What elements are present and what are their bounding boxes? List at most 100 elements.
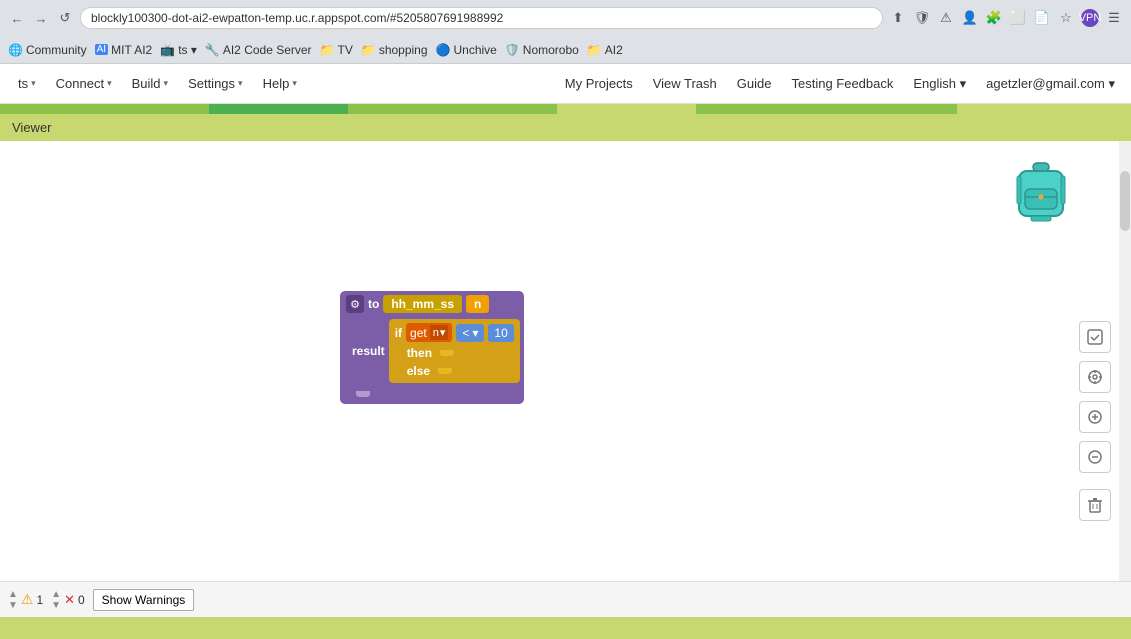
- if-label: if: [395, 326, 402, 340]
- address-bar: ← → ↺ blockly100300-dot-ai2-ewpatton-tem…: [0, 0, 1131, 36]
- result-label: result: [352, 344, 385, 358]
- side-toolbar: [1079, 321, 1111, 521]
- triangle-down-btn[interactable]: ▼: [8, 600, 18, 611]
- target-tool-btn[interactable]: [1079, 361, 1111, 393]
- nomorobo-icon: 🛡️: [505, 43, 520, 57]
- nav-english[interactable]: English ▾: [905, 72, 974, 96]
- purple-bottom-connector: [356, 391, 370, 397]
- tab-seg-6[interactable]: [957, 104, 1131, 114]
- nav-view-trash[interactable]: View Trash: [645, 72, 725, 95]
- triangle-up-btn[interactable]: ▲: [8, 589, 18, 600]
- viewer-title: Viewer: [12, 120, 52, 135]
- number-block[interactable]: 10: [488, 324, 513, 342]
- code-icon: 🔧: [205, 43, 220, 57]
- tab-seg-3[interactable]: [348, 104, 557, 114]
- bookmark-community[interactable]: 🌐 Community: [8, 43, 87, 57]
- warning-x-count: 0: [78, 593, 85, 607]
- block-to-label: to: [368, 297, 379, 311]
- number-value: 10: [494, 326, 507, 340]
- nav-guide[interactable]: Guide: [729, 72, 780, 95]
- reader-icon[interactable]: 📄: [1033, 9, 1051, 27]
- get-label: get: [410, 326, 427, 340]
- shield-icon[interactable]: 🛡: [913, 9, 931, 27]
- bookmark-icon[interactable]: ☆: [1057, 9, 1075, 27]
- then-label: then: [407, 346, 432, 360]
- bookmark-tv[interactable]: 📁 TV: [320, 43, 353, 57]
- nav-my-projects[interactable]: My Projects: [557, 72, 641, 95]
- url-input[interactable]: blockly100300-dot-ai2-ewpatton-temp.uc.r…: [80, 7, 883, 29]
- if-top-row: if get n ▾ <: [391, 321, 518, 344]
- block-param[interactable]: n: [466, 295, 489, 313]
- reload-icon[interactable]: ↺: [56, 9, 74, 27]
- nav-right: My Projects View Trash Guide Testing Fee…: [557, 72, 1123, 96]
- vpn-icon[interactable]: VPN: [1081, 9, 1099, 27]
- nav-help-label: Help: [263, 76, 290, 91]
- purple-block[interactable]: ⚙ to hh_mm_ss n result if: [340, 291, 524, 404]
- bookmark-ai2-code[interactable]: 🔧 AI2 Code Server: [205, 43, 312, 57]
- get-dropdown[interactable]: n ▾: [430, 325, 449, 340]
- extension-icon[interactable]: 🧩: [985, 9, 1003, 27]
- zoom-out-icon: [1087, 449, 1103, 465]
- get-block[interactable]: get n ▾: [406, 323, 452, 342]
- warning-triangle-count: 1: [36, 593, 43, 607]
- nav-ts[interactable]: ts ▾: [8, 72, 46, 95]
- mit-ai2-icon: AI: [95, 44, 108, 55]
- get-var-label: n: [433, 327, 439, 339]
- tab-seg-2[interactable]: [209, 104, 348, 114]
- scrollbar[interactable]: [1119, 141, 1131, 581]
- result-row: result if get n ▾: [352, 319, 520, 383]
- nav-ts-label: ts: [18, 76, 28, 91]
- nav-help[interactable]: Help ▾: [253, 72, 307, 95]
- tab-seg-1[interactable]: [0, 104, 209, 114]
- else-label: else: [407, 364, 430, 378]
- if-block[interactable]: if get n ▾ <: [389, 319, 520, 383]
- share-icon[interactable]: ⬆: [889, 9, 907, 27]
- back-icon[interactable]: ←: [8, 9, 26, 27]
- compare-block[interactable]: < ▾: [456, 324, 484, 342]
- menu-icon[interactable]: ☰: [1105, 9, 1123, 27]
- block-function-name[interactable]: hh_mm_ss: [383, 295, 462, 313]
- trash-btn[interactable]: [1079, 489, 1111, 521]
- else-connector: [438, 368, 452, 374]
- gear-icon[interactable]: ⚙: [346, 295, 364, 313]
- tv-icon: 📺: [160, 43, 175, 57]
- tab-seg-5[interactable]: [696, 104, 957, 114]
- backpack-icon[interactable]: [1011, 161, 1071, 226]
- nav-build-arrow: ▾: [164, 78, 169, 89]
- bookmark-mit-ai2[interactable]: AI MIT AI2: [95, 43, 153, 57]
- zoom-in-btn[interactable]: [1079, 401, 1111, 433]
- show-warnings-button[interactable]: Show Warnings: [93, 589, 195, 611]
- bookmark-shopping[interactable]: 📁 shopping: [361, 43, 428, 57]
- bookmark-ai2[interactable]: 📁 AI2: [587, 43, 623, 57]
- triangle-up-down: ▲ ▼: [8, 589, 18, 611]
- folder-shopping-icon: 📁: [361, 43, 376, 57]
- split-icon[interactable]: ⬜: [1009, 9, 1027, 27]
- bookmark-unchive[interactable]: 🔵 Unchive: [436, 43, 497, 57]
- tabs-bar: [0, 104, 1131, 114]
- warning-icon[interactable]: ⚠: [937, 9, 955, 27]
- folder-tv-icon: 📁: [320, 43, 335, 57]
- nav-build[interactable]: Build ▾: [122, 72, 178, 95]
- nav-testing-feedback[interactable]: Testing Feedback: [783, 72, 901, 95]
- x-up-down: ▲ ▼: [51, 589, 61, 611]
- checkmark-tool-btn[interactable]: [1079, 321, 1111, 353]
- nav-connect-arrow: ▾: [107, 78, 112, 89]
- zoom-out-btn[interactable]: [1079, 441, 1111, 473]
- profile-icon[interactable]: 👤: [961, 9, 979, 27]
- warning-triangle-item: ▲ ▼ ⚠ 1: [8, 589, 43, 611]
- x-up-btn[interactable]: ▲: [51, 589, 61, 600]
- else-row: else: [407, 363, 514, 379]
- scrollbar-thumb[interactable]: [1120, 171, 1130, 231]
- nav-settings[interactable]: Settings ▾: [178, 72, 253, 95]
- nav-user-email[interactable]: agetzler@gmail.com ▾: [978, 72, 1123, 96]
- x-down-btn[interactable]: ▼: [51, 600, 61, 611]
- forward-icon[interactable]: →: [32, 9, 50, 27]
- nav-connect[interactable]: Connect ▾: [46, 72, 122, 95]
- trash-icon: [1087, 497, 1103, 513]
- tab-seg-4[interactable]: [557, 104, 696, 114]
- viewer-header: Viewer: [0, 114, 1131, 141]
- block-body: result if get n ▾: [340, 317, 524, 385]
- viewer-content: ⚙ to hh_mm_ss n result if: [0, 141, 1131, 581]
- bookmark-nomorobo[interactable]: 🛡️ Nomorobo: [505, 43, 579, 57]
- bookmark-local-tv[interactable]: 📺 ts ▾: [160, 43, 197, 57]
